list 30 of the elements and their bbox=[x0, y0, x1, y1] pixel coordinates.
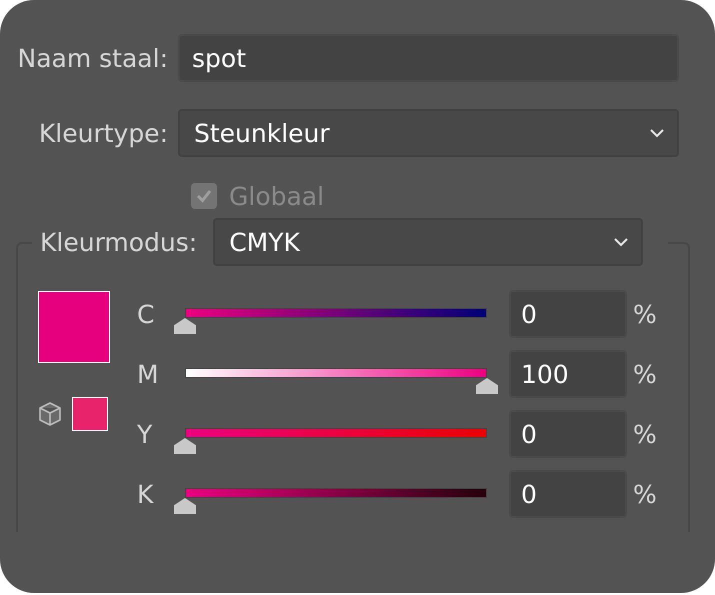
value-field[interactable]: 0 bbox=[509, 410, 627, 458]
unit-label: % bbox=[632, 300, 658, 328]
unit-label: % bbox=[632, 420, 658, 448]
slider-track[interactable] bbox=[185, 428, 487, 438]
channel-label: Y bbox=[137, 420, 154, 448]
name-field[interactable]: spot bbox=[178, 34, 679, 82]
unit-label: % bbox=[632, 360, 658, 388]
chevron-icon bbox=[649, 128, 665, 138]
channel-label: M bbox=[137, 360, 160, 388]
slider-thumb[interactable] bbox=[476, 378, 498, 394]
dropdown[interactable]: Steunkleur bbox=[178, 109, 679, 157]
gamut-swatch[interactable] bbox=[72, 397, 108, 431]
slider-thumb[interactable] bbox=[174, 498, 196, 514]
slider-thumb[interactable] bbox=[174, 438, 196, 454]
slider-track[interactable] bbox=[185, 488, 487, 498]
field-label: Kleurmodus: bbox=[40, 228, 198, 256]
slider-thumb[interactable] bbox=[174, 318, 196, 334]
unit-label: % bbox=[632, 480, 658, 508]
channel-label: C bbox=[137, 300, 156, 328]
field-label: Kleurtype: bbox=[38, 118, 169, 148]
slider-track[interactable] bbox=[185, 308, 487, 318]
slider-track[interactable] bbox=[185, 368, 487, 378]
dropdown[interactable]: CMYK bbox=[213, 218, 644, 266]
channel-label: K bbox=[137, 480, 155, 508]
value-field[interactable]: 100 bbox=[509, 350, 627, 398]
cube-icon[interactable] bbox=[38, 401, 62, 427]
value-field[interactable]: 0 bbox=[509, 470, 627, 518]
chevron-icon bbox=[613, 237, 630, 247]
field-label: Naam staal: bbox=[16, 44, 169, 72]
value-field[interactable]: 0 bbox=[509, 290, 627, 338]
